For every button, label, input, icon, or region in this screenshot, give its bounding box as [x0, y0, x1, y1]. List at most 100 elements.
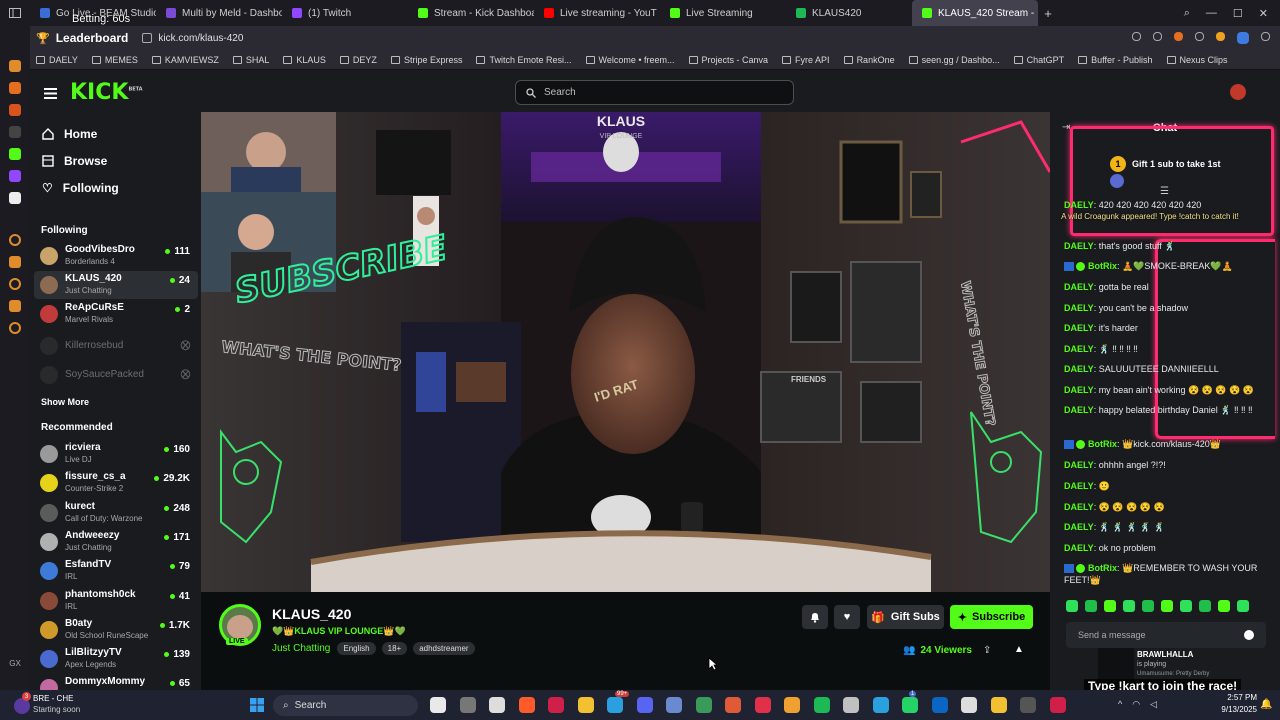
taskbar-app-icon[interactable] — [784, 697, 800, 713]
tag-chip[interactable]: English — [337, 642, 376, 655]
channel-list-item[interactable]: phantomsh0ck IRL 41 — [34, 587, 198, 615]
emoji-picker-icon[interactable] — [1244, 630, 1254, 640]
bookmark-item[interactable]: Welcome • freem... — [585, 55, 675, 65]
channel-list-item[interactable]: fissure_cs_a Counter-Strike 2 29.2K — [34, 469, 198, 497]
taskbar-app-icon[interactable] — [695, 697, 712, 713]
channel-name[interactable]: KLAUS_420 — [272, 606, 351, 622]
taskbar-app-icon[interactable] — [813, 697, 830, 713]
channel-list-item[interactable]: kurect Call of Duty: Warzone 248 — [34, 499, 198, 527]
profile-avatar[interactable] — [1237, 32, 1249, 44]
new-tab-button[interactable]: + — [1038, 6, 1058, 21]
channel-list-item[interactable]: GoodVibesDro Borderlands 4 111 — [34, 242, 198, 270]
channel-list-item[interactable]: LilBlitzyyTV Apex Legends 139 — [34, 645, 198, 673]
rail-clock-icon[interactable] — [9, 278, 21, 290]
site-info-icon[interactable] — [142, 33, 153, 43]
emote-icon[interactable] — [1066, 600, 1078, 612]
heart-extension-icon[interactable] — [1216, 32, 1225, 41]
rail-app-icon[interactable] — [9, 300, 21, 312]
rail-app-icon[interactable] — [9, 60, 21, 72]
windows-start-icon[interactable] — [250, 698, 264, 717]
follow-heart-button[interactable]: ♥ — [834, 605, 860, 629]
taskbar-app-icon[interactable] — [872, 697, 889, 713]
taskbar-app-icon[interactable] — [1020, 697, 1036, 713]
taskbar-app-icon[interactable] — [636, 697, 653, 713]
rail-kick-icon[interactable] — [9, 148, 21, 160]
taskbar-search[interactable]: ⌕ Search — [273, 695, 418, 716]
bookmark-item[interactable]: DAELY — [36, 55, 78, 65]
notification-bell-button[interactable] — [802, 605, 828, 629]
bookmark-item[interactable]: Buffer - Publish — [1078, 55, 1153, 65]
subscribe-button[interactable]: ✦ Subscribe — [950, 605, 1033, 629]
share-icon[interactable]: ⇪ — [983, 645, 991, 656]
close-icon[interactable]: ✕ — [1259, 7, 1268, 20]
chat-username[interactable]: DAELY — [1064, 282, 1094, 292]
chat-username[interactable]: DAELY — [1064, 385, 1094, 395]
emote-icon[interactable] — [1104, 600, 1116, 612]
chat-username[interactable]: DAELY — [1064, 460, 1094, 470]
video-player[interactable]: KLAUS VIP LOUNGE I'D RAT FRIENDS SUBSCRI… — [201, 112, 1050, 592]
chat-message-input[interactable]: Send a message — [1066, 622, 1266, 648]
offline-channel[interactable]: SoySaucePacked ⛒ — [34, 361, 198, 389]
taskbar-app-icon[interactable] — [489, 697, 505, 713]
bookmark-item[interactable]: RankOne — [843, 55, 895, 65]
wifi-icon[interactable]: ◠ — [1132, 699, 1140, 710]
taskbar-app-icon[interactable] — [607, 697, 623, 713]
clock-time[interactable]: 2:57 PM — [1213, 693, 1257, 702]
report-icon[interactable]: ▲ — [1014, 644, 1024, 655]
nav-browse[interactable]: Browse — [42, 154, 107, 168]
offline-channel[interactable]: Killerrosebud ⛒ — [34, 332, 198, 360]
pin-icon[interactable]: ☰ — [1160, 186, 1169, 197]
minimize-icon[interactable]: — — [1206, 7, 1217, 20]
chat-username[interactable]: DAELY — [1064, 405, 1094, 415]
taskbar-app-icon[interactable] — [577, 697, 594, 713]
volume-icon[interactable]: ◁ — [1150, 699, 1157, 710]
chat-username[interactable]: DAELY — [1064, 543, 1094, 553]
gift-subs-button[interactable]: 🎁 Gift Subs — [867, 605, 944, 629]
chat-username[interactable]: DAELY — [1064, 241, 1094, 251]
bookmark-item[interactable]: KLAUS — [283, 55, 326, 65]
browser-tab[interactable]: Live Streaming — [660, 0, 786, 26]
emote-icon[interactable] — [1161, 600, 1173, 612]
taskbar-app-icon[interactable] — [725, 697, 741, 713]
search-icon[interactable]: ⌕ — [1184, 7, 1190, 20]
chat-username[interactable]: DAELY — [1064, 481, 1094, 491]
emote-icon[interactable] — [1085, 600, 1097, 612]
taskbar-app-icon[interactable] — [666, 697, 682, 713]
channel-list-item[interactable]: Andweeezy Just Chatting 171 — [34, 528, 198, 556]
chat-username[interactable]: BotRix — [1088, 261, 1117, 271]
taskbar-app-icon[interactable] — [459, 697, 476, 713]
channel-list-item[interactable]: ricviera Live DJ 160 — [34, 440, 198, 468]
emote-icon[interactable] — [1180, 600, 1192, 612]
chat-username[interactable]: DAELY — [1064, 303, 1094, 313]
hamburger-menu-icon[interactable] — [44, 86, 57, 104]
bookmark-item[interactable]: DEYZ — [339, 55, 377, 65]
bookmark-item[interactable]: Twitch Emote Resi... — [476, 55, 572, 65]
rail-app-icon[interactable] — [9, 234, 21, 246]
taskbar-app-icon[interactable] — [754, 697, 771, 713]
bookmark-item[interactable]: MEMES — [91, 55, 138, 65]
emote-icon[interactable] — [1123, 600, 1135, 612]
maximize-icon[interactable]: ☐ — [1233, 7, 1243, 20]
emote-icon[interactable] — [1199, 600, 1211, 612]
channel-list-item[interactable]: KLAUS_420 Just Chatting 24 — [34, 271, 198, 299]
browser-tab[interactable]: (1) Twitch — [282, 0, 408, 26]
rail-x-icon[interactable] — [9, 192, 21, 204]
chat-username[interactable]: BotRix — [1088, 439, 1117, 449]
rail-app-icon[interactable] — [9, 256, 21, 268]
menu-icon[interactable] — [1261, 32, 1270, 41]
show-more-button[interactable]: Show More — [41, 397, 89, 407]
channel-list-item[interactable]: ReApCuRsE Marvel Rivals 2 — [34, 300, 198, 328]
brave-shield-icon[interactable] — [1174, 32, 1183, 41]
notification-bell-icon[interactable]: 🔔 — [1260, 699, 1272, 710]
kick-logo[interactable]: KICKBETA — [70, 80, 143, 105]
emote-icon[interactable] — [1142, 600, 1154, 612]
bookmark-item[interactable]: KAMVIEWSZ — [151, 55, 219, 65]
taskbar-app-icon[interactable] — [961, 697, 977, 713]
taskbar-app-icon[interactable] — [518, 697, 535, 713]
bookmark-item[interactable]: seen.gg / Dashbo... — [908, 55, 1000, 65]
rail-twitch-icon[interactable] — [9, 170, 21, 182]
user-avatar[interactable] — [1230, 84, 1246, 100]
rail-app-icon[interactable] — [9, 82, 21, 94]
taskbar-app-icon[interactable] — [843, 697, 859, 713]
chat-username[interactable]: DAELY — [1064, 344, 1094, 354]
